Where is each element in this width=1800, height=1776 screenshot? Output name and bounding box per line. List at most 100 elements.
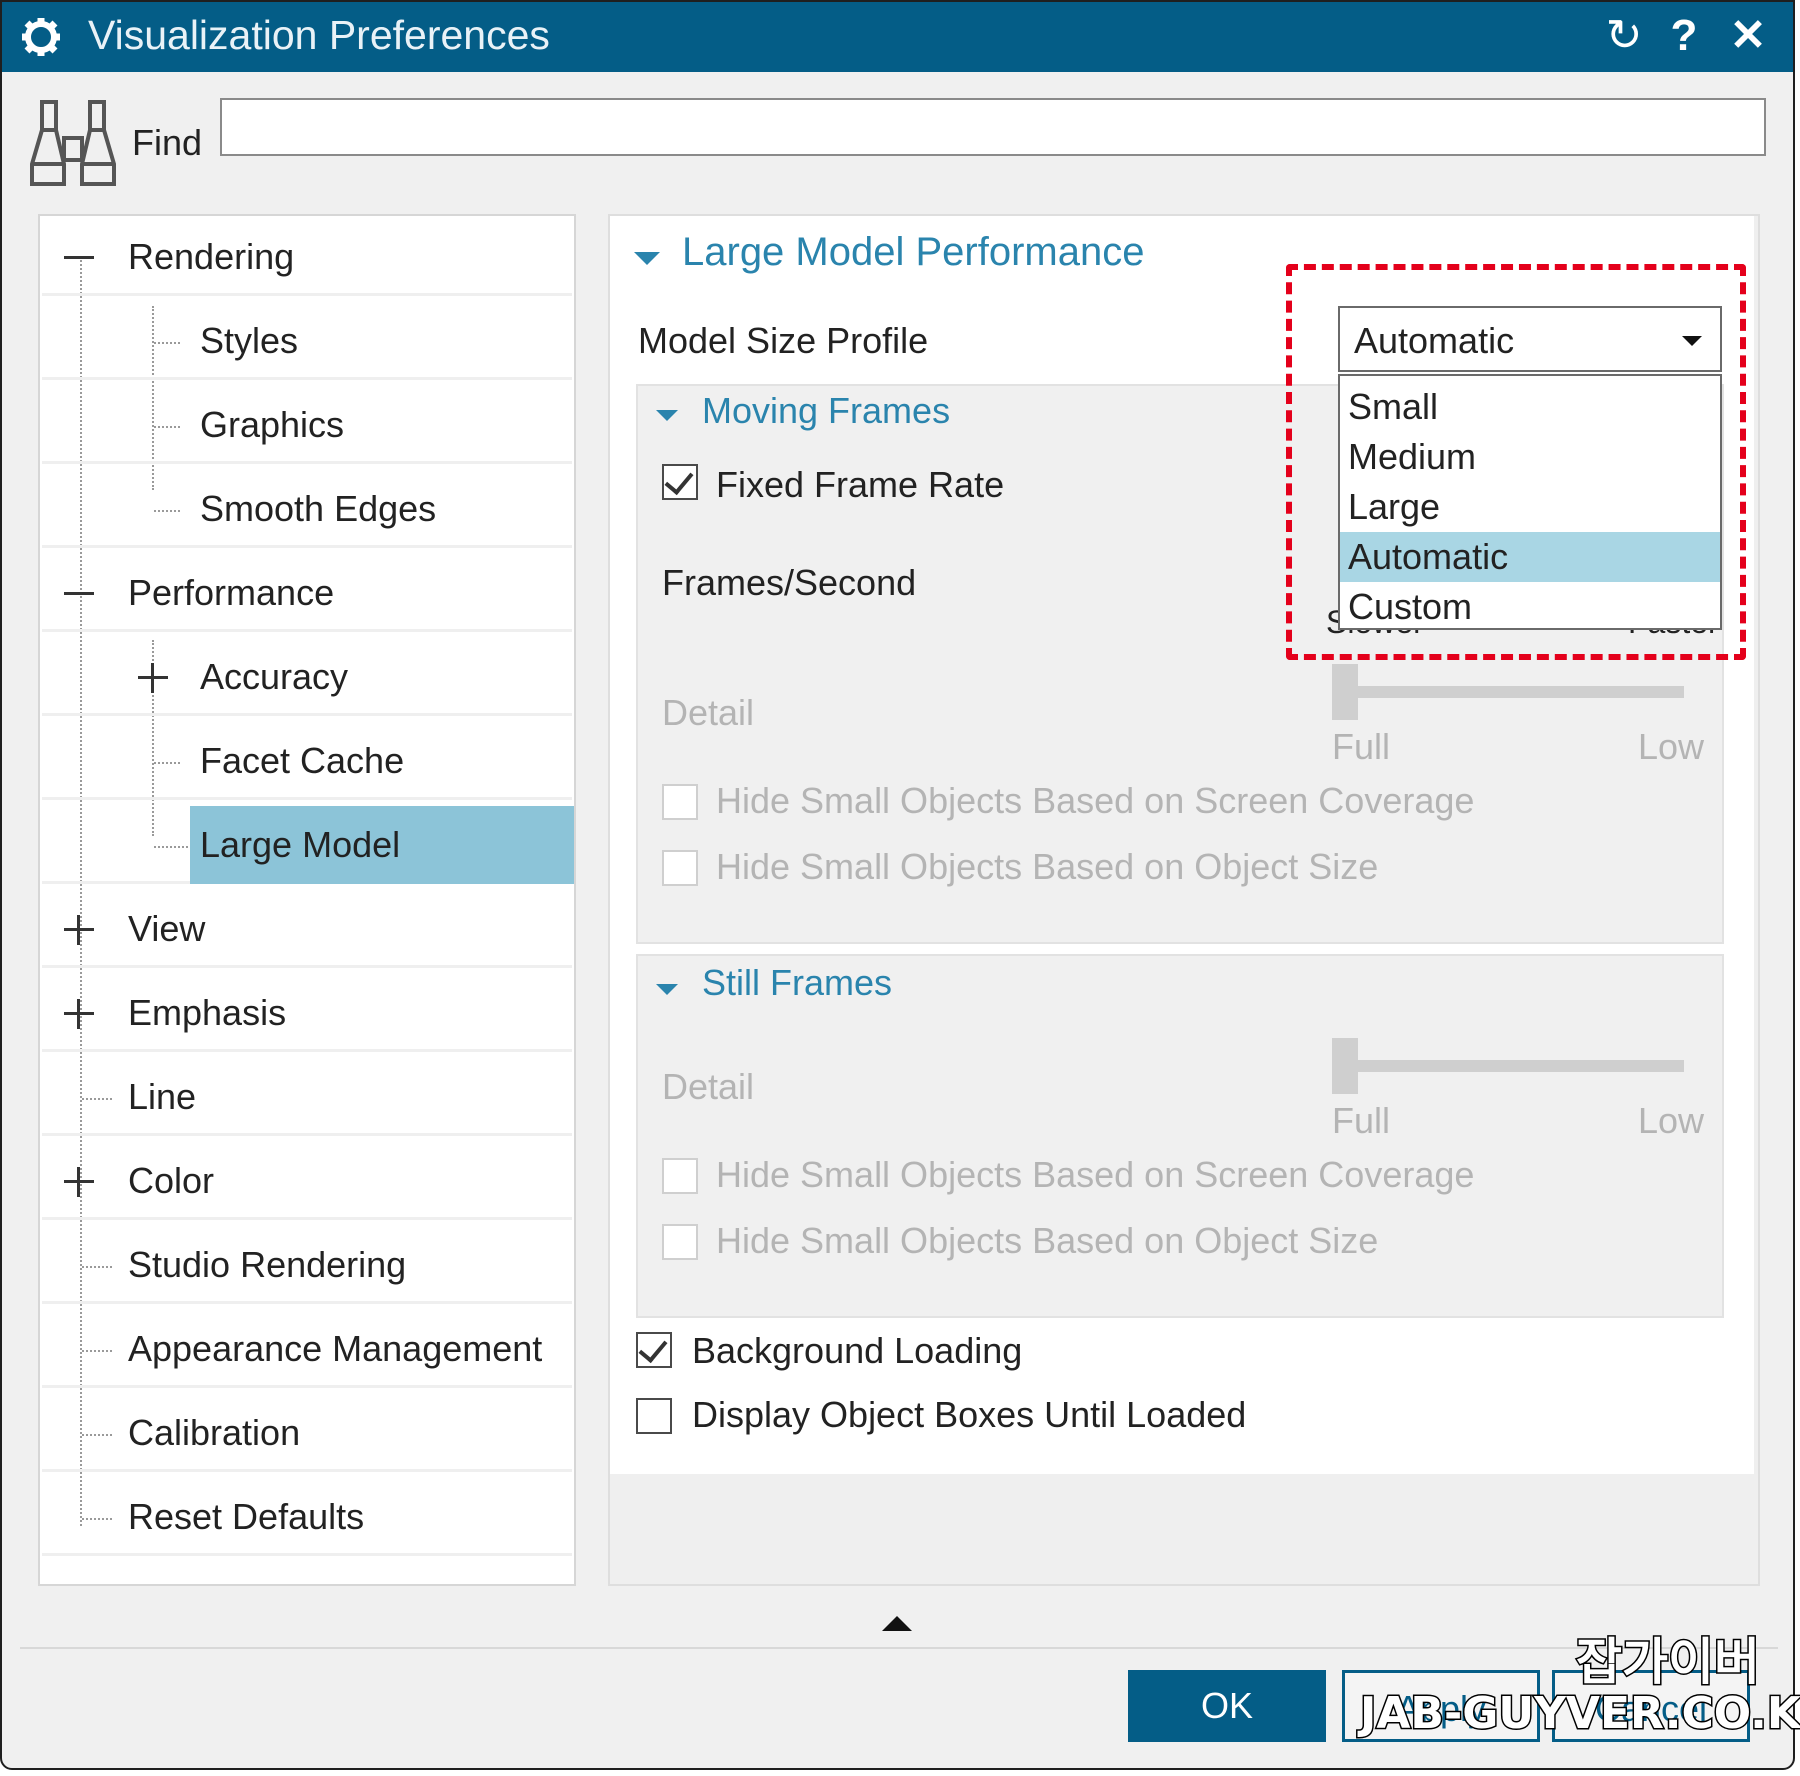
red-dashed-highlight	[1286, 264, 1746, 660]
tree-guide-line	[154, 510, 180, 512]
visualization-preferences-dialog: Visualization Preferences ↻ ? ✕ Find Ren…	[0, 0, 1795, 1770]
collapse-section-icon[interactable]	[656, 984, 678, 995]
moving-frames-title: Moving Frames	[702, 390, 951, 431]
detail-slider-thumb[interactable]	[1332, 664, 1358, 720]
watermark-text-korean: 잡가이버	[1575, 1632, 1762, 1693]
display-object-boxes-checkbox[interactable]	[636, 1398, 672, 1434]
detail-slider-track[interactable]	[1338, 1060, 1684, 1072]
tree-item-label: Reset Defaults	[128, 1496, 365, 1537]
tree-item-label: Facet Cache	[200, 740, 405, 781]
find-label: Find	[132, 122, 203, 163]
expand-icon[interactable]	[138, 663, 168, 693]
hide-object-size-label: Hide Small Objects Based on Object Size	[716, 846, 1379, 887]
expand-up-icon[interactable]	[882, 1616, 912, 1631]
tree-guide-line	[154, 426, 180, 428]
tree-item-label: View	[128, 908, 206, 949]
tree-item-emphasis[interactable]: Emphasis	[42, 974, 572, 1052]
tree-item-graphics[interactable]: Graphics	[42, 386, 572, 464]
still-frames-title: Still Frames	[702, 962, 893, 1003]
ok-button[interactable]: OK	[1128, 1670, 1326, 1742]
low-label: Low	[1638, 1100, 1705, 1141]
collapse-section-icon[interactable]	[634, 252, 660, 265]
tree-item-label: Studio Rendering	[128, 1244, 407, 1285]
tree-item-label: Line	[128, 1076, 197, 1117]
hide-screen-coverage-label: Hide Small Objects Based on Screen Cover…	[716, 1154, 1475, 1195]
full-label: Full	[1332, 726, 1391, 767]
tree-item-label: Rendering	[128, 236, 295, 277]
detail-slider-track[interactable]	[1338, 686, 1684, 698]
collapse-section-icon[interactable]	[656, 410, 678, 421]
hide-screen-coverage-checkbox[interactable]	[662, 1158, 698, 1194]
footer-divider	[20, 1647, 1778, 1649]
fixed-frame-rate-label: Fixed Frame Rate	[716, 464, 1005, 505]
tree-guide-line	[82, 1350, 112, 1352]
navigation-tree: Rendering Styles Graphics Smooth Edges P…	[38, 214, 576, 1586]
tree-item-reset-defaults[interactable]: Reset Defaults	[42, 1478, 572, 1556]
tree-item-label: Accuracy	[200, 656, 349, 697]
model-size-profile-label: Model Size Profile	[638, 320, 929, 361]
tree-item-label: Smooth Edges	[200, 488, 437, 529]
reset-icon[interactable]: ↻	[1600, 12, 1648, 60]
expand-icon[interactable]	[64, 1167, 94, 1197]
tree-item-appearance-management[interactable]: Appearance Management	[42, 1310, 572, 1388]
watermark-text-url: JAB-GUYVER.CO.KR	[1359, 1687, 1800, 1741]
tree-item-calibration[interactable]: Calibration	[42, 1394, 572, 1472]
tree-item-label: Graphics	[200, 404, 345, 445]
display-object-boxes-label: Display Object Boxes Until Loaded	[692, 1394, 1247, 1435]
expand-icon[interactable]	[64, 999, 94, 1029]
tree-item-studio-rendering[interactable]: Studio Rendering	[42, 1226, 572, 1304]
collapse-icon[interactable]	[64, 580, 94, 606]
section-title: Large Model Performance	[682, 230, 1145, 274]
tree-guide-line	[154, 762, 180, 764]
check-mark-icon	[638, 1332, 668, 1364]
tree-item-styles[interactable]: Styles	[42, 302, 572, 380]
tree-item-smooth-edges[interactable]: Smooth Edges	[42, 470, 572, 548]
low-label: Low	[1638, 726, 1705, 767]
tree-guide-line	[82, 1518, 112, 1520]
background-loading-label: Background Loading	[692, 1330, 1023, 1371]
title-bar: Visualization Preferences ↻ ? ✕	[2, 2, 1793, 72]
tree-guide-line	[82, 1266, 112, 1268]
window-title: Visualization Preferences	[88, 12, 550, 58]
hide-screen-coverage-label: Hide Small Objects Based on Screen Cover…	[716, 780, 1475, 821]
tree-item-performance[interactable]: Performance	[42, 554, 572, 632]
detail-label: Detail	[662, 1066, 755, 1107]
tree-item-color[interactable]: Color	[42, 1142, 572, 1220]
binoculars-icon	[30, 100, 116, 186]
detail-label: Detail	[662, 692, 755, 733]
tree-item-label: Large Model	[200, 824, 401, 865]
tree-guide-line	[82, 1434, 112, 1436]
tree-guide-line	[154, 846, 188, 848]
tree-guide-line	[82, 1098, 112, 1100]
check-mark-icon	[664, 464, 694, 496]
tree-item-line[interactable]: Line	[42, 1058, 572, 1136]
tree-item-label: Appearance Management	[128, 1328, 543, 1369]
hide-object-size-label: Hide Small Objects Based on Object Size	[716, 1220, 1379, 1261]
frames-second-label: Frames/Second	[662, 562, 917, 603]
tree-item-label: Calibration	[128, 1412, 301, 1453]
collapse-icon[interactable]	[64, 244, 94, 270]
gear-icon	[22, 18, 60, 56]
close-icon[interactable]: ✕	[1724, 12, 1772, 60]
still-frames-group: Still Frames Detail Full Low Hide Small …	[636, 954, 1724, 1318]
fixed-frame-rate-checkbox[interactable]	[662, 464, 698, 500]
tree-item-facet-cache[interactable]: Facet Cache	[42, 722, 572, 800]
full-label: Full	[1332, 1100, 1391, 1141]
tree-item-rendering[interactable]: Rendering	[42, 218, 572, 296]
tree-item-label: Performance	[128, 572, 335, 613]
help-icon[interactable]: ?	[1660, 12, 1708, 60]
background-loading-checkbox[interactable]	[636, 1332, 672, 1368]
hide-object-size-checkbox[interactable]	[662, 1224, 698, 1260]
tree-item-large-model[interactable]: Large Model	[42, 806, 574, 884]
tree-item-label: Styles	[200, 320, 299, 361]
find-input[interactable]	[220, 98, 1766, 156]
detail-slider-thumb[interactable]	[1332, 1038, 1358, 1094]
tree-item-label: Color	[128, 1160, 215, 1201]
tree-guide-line	[154, 342, 180, 344]
tree-item-accuracy[interactable]: Accuracy	[42, 638, 572, 716]
tree-item-view[interactable]: View	[42, 890, 572, 968]
expand-icon[interactable]	[64, 915, 94, 945]
hide-object-size-checkbox[interactable]	[662, 850, 698, 886]
hide-screen-coverage-checkbox[interactable]	[662, 784, 698, 820]
tree-item-label: Emphasis	[128, 992, 287, 1033]
